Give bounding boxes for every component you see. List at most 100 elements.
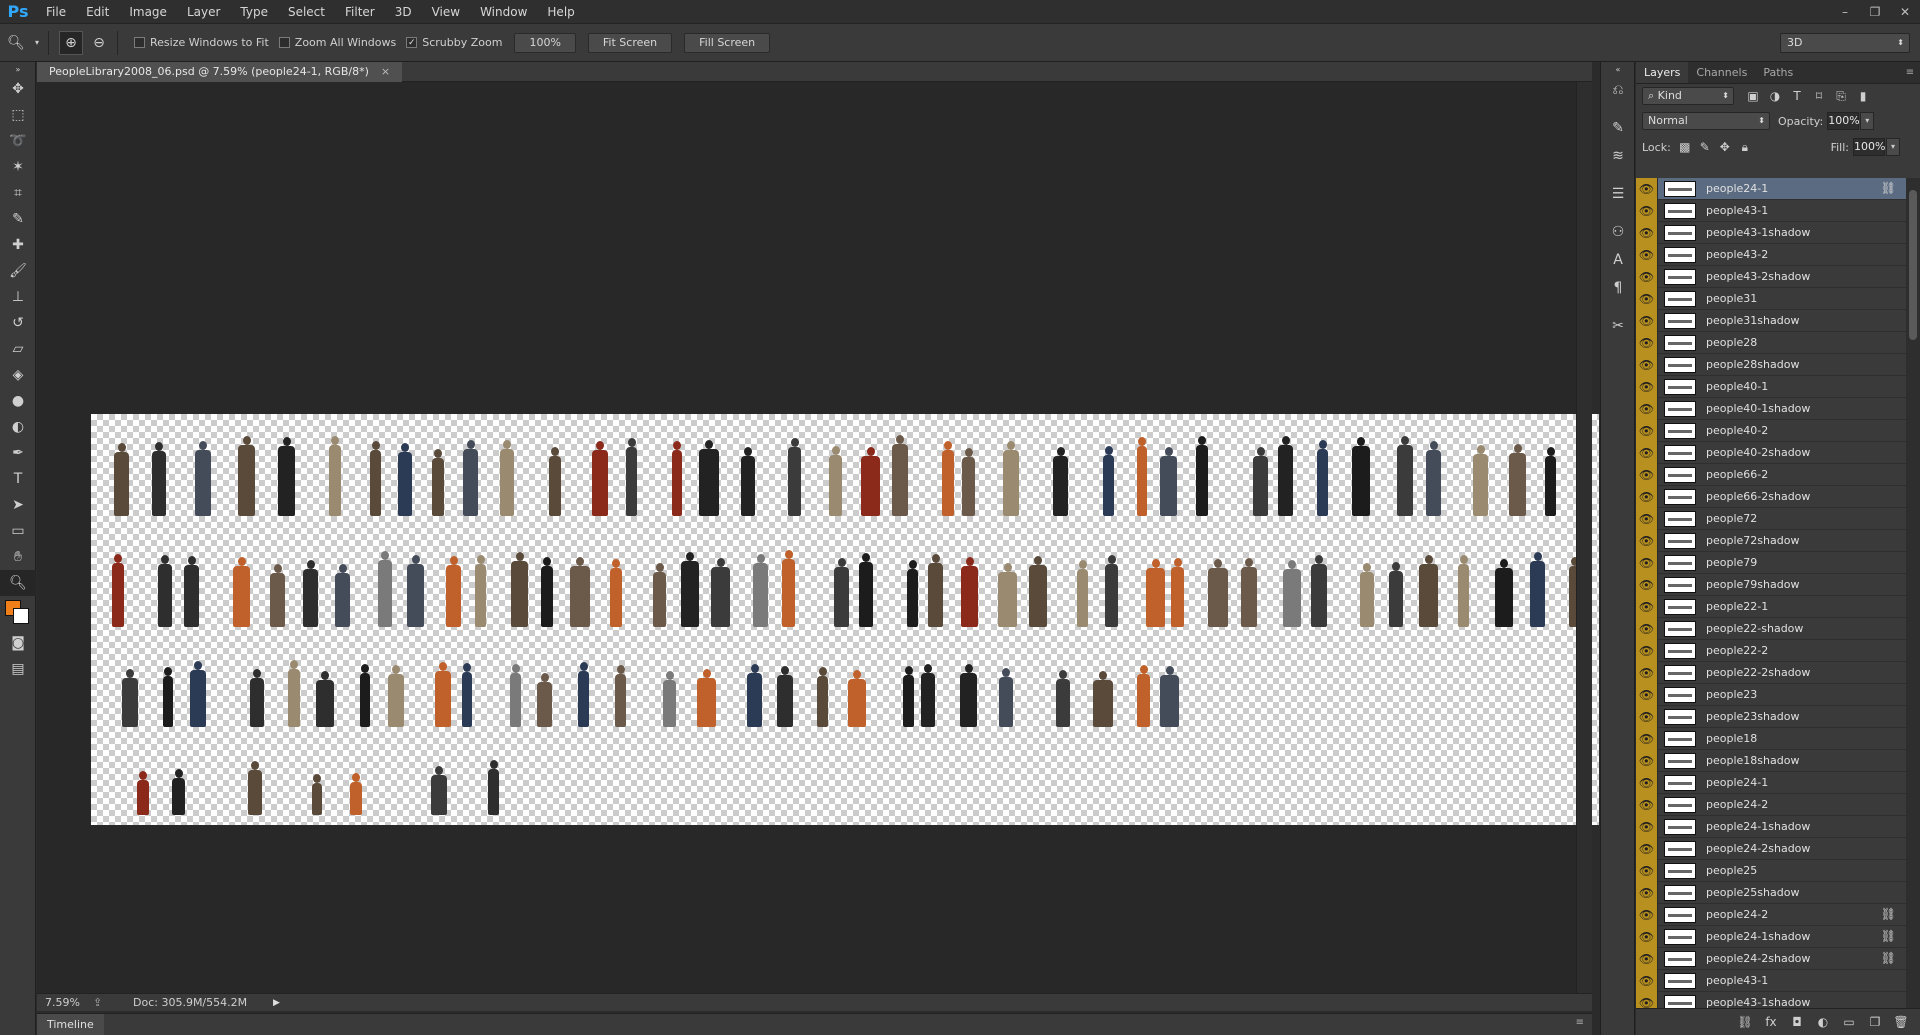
eye-icon[interactable]: 👁︎ <box>1636 683 1658 706</box>
type-tool-icon[interactable]: T <box>0 466 36 492</box>
eye-icon[interactable]: 👁︎ <box>1636 287 1658 310</box>
layer-row[interactable]: 👁︎ people43-1 <box>1636 969 1906 992</box>
new-group-icon[interactable]: ▭ <box>1836 1015 1862 1029</box>
menu-select[interactable]: Select <box>278 0 335 24</box>
layer-row[interactable]: 👁︎ people43-2 <box>1636 243 1906 266</box>
blend-mode-select[interactable]: Normal ⬍ <box>1642 112 1770 130</box>
healing-brush-tool-icon[interactable]: ✚ <box>0 232 36 258</box>
collapse-icon[interactable]: » <box>0 62 36 76</box>
dodge-tool-icon[interactable]: ◐ <box>0 414 36 440</box>
layer-row[interactable]: 👁︎ people43-1shadow <box>1636 221 1906 244</box>
layer-row[interactable]: 👁︎ people79 <box>1636 551 1906 574</box>
fill-input[interactable]: 100% <box>1853 138 1885 156</box>
layer-row[interactable]: 👁︎ people18shadow <box>1636 749 1906 772</box>
layer-row[interactable]: 👁︎ people24-2 ⛓ <box>1636 903 1906 926</box>
eye-icon[interactable]: 👁︎ <box>1636 837 1658 860</box>
eye-icon[interactable]: 👁︎ <box>1636 441 1658 464</box>
minimize-button[interactable]: – <box>1830 0 1860 24</box>
lock-position-icon[interactable]: ✥ <box>1715 140 1735 154</box>
background-color-swatch[interactable] <box>13 608 29 624</box>
layer-row[interactable]: 👁︎ people23 <box>1636 683 1906 706</box>
layer-row[interactable]: 👁︎ people40-1 <box>1636 375 1906 398</box>
tab-channels[interactable]: Channels <box>1688 62 1755 83</box>
layer-row[interactable]: 👁︎ people40-2shadow <box>1636 441 1906 464</box>
zoom-icon[interactable]: 🔍︎ <box>4 31 28 55</box>
eyedropper-tool-icon[interactable]: ✎ <box>0 206 36 232</box>
layer-row[interactable]: 👁︎ people28 <box>1636 331 1906 354</box>
eye-icon[interactable]: 👁︎ <box>1636 463 1658 486</box>
rectangle-tool-icon[interactable]: ▭ <box>0 518 36 544</box>
layer-row[interactable]: 👁︎ people66-2 <box>1636 463 1906 486</box>
history-brush-tool-icon[interactable]: ↺ <box>0 310 36 336</box>
zoom-out-icon[interactable]: ⊖ <box>87 31 111 55</box>
panel-menu-icon[interactable]: ≡ <box>1576 1017 1584 1028</box>
eye-icon[interactable]: 👁︎ <box>1636 749 1658 772</box>
opacity-input[interactable]: 100% <box>1827 112 1860 130</box>
lock-all-icon[interactable]: 🔒︎ <box>1735 140 1755 155</box>
layer-row[interactable]: 👁︎ people24-2shadow ⛓ <box>1636 947 1906 970</box>
zoom-100-button[interactable]: 100% <box>514 32 576 53</box>
layer-row[interactable]: 👁︎ people43-2shadow <box>1636 265 1906 288</box>
color-swatches[interactable] <box>0 596 36 630</box>
layer-row[interactable]: 👁︎ people79shadow <box>1636 573 1906 596</box>
layer-row[interactable]: 👁︎ people22-shadow <box>1636 617 1906 640</box>
zoom-all-windows-checkbox[interactable]: Zoom All Windows <box>278 36 396 49</box>
blur-tool-icon[interactable]: ● <box>0 388 36 414</box>
eye-icon[interactable]: 👁︎ <box>1636 771 1658 794</box>
eye-icon[interactable]: 👁︎ <box>1636 375 1658 398</box>
status-menu-arrow-icon[interactable]: ▶ <box>273 998 280 1008</box>
filter-type-icon[interactable]: T <box>1786 89 1808 103</box>
history-panel-icon[interactable]: ⎌ <box>1601 76 1635 104</box>
lock-transparency-icon[interactable]: ▩ <box>1675 140 1695 154</box>
quick-mask-icon[interactable]: ◙ <box>0 630 36 656</box>
eye-icon[interactable]: 👁︎ <box>1636 243 1658 266</box>
eye-icon[interactable]: 👁︎ <box>1636 595 1658 618</box>
adjustments-icon[interactable]: ≋ <box>1601 142 1635 170</box>
eye-icon[interactable]: 👁︎ <box>1636 199 1658 222</box>
menu-view[interactable]: View <box>422 0 470 24</box>
document-canvas[interactable] <box>91 414 1599 825</box>
eye-icon[interactable]: 👁︎ <box>1636 617 1658 640</box>
fit-screen-button[interactable]: Fit Screen <box>587 32 673 53</box>
layer-row[interactable]: 👁︎ people24-1 <box>1636 771 1906 794</box>
lasso-tool-icon[interactable]: ➰ <box>0 128 36 154</box>
layer-row[interactable]: 👁︎ people22-2 <box>1636 639 1906 662</box>
clone-source-icon[interactable]: ⚇ <box>1601 218 1635 246</box>
filter-kind-select[interactable]: ⌕ Kind ⬍ <box>1642 87 1734 105</box>
eye-icon[interactable]: 👁︎ <box>1636 881 1658 904</box>
layer-style-icon[interactable]: fx <box>1758 1015 1784 1029</box>
layer-row[interactable]: 👁︎ people22-1 <box>1636 595 1906 618</box>
scrubby-zoom-checkbox[interactable]: ✓ Scrubby Zoom <box>406 36 502 49</box>
layer-row[interactable]: 👁︎ people22-2shadow <box>1636 661 1906 684</box>
scrollbar-thumb[interactable] <box>1909 190 1917 340</box>
layer-row[interactable]: 👁︎ people31 <box>1636 287 1906 310</box>
layer-row[interactable]: 👁︎ people66-2shadow <box>1636 485 1906 508</box>
eye-icon[interactable]: 👁︎ <box>1636 178 1658 200</box>
eye-icon[interactable]: 👁︎ <box>1636 551 1658 574</box>
layer-row[interactable]: 👁︎ people24-1shadow ⛓ <box>1636 925 1906 948</box>
menu-type[interactable]: Type <box>230 0 278 24</box>
layers-scrollbar[interactable] <box>1906 178 1920 1008</box>
zoom-level[interactable]: 7.59% <box>37 996 93 1009</box>
close-button[interactable]: ✕ <box>1890 0 1920 24</box>
layer-row[interactable]: 👁︎ people24-1shadow <box>1636 815 1906 838</box>
tool-preset-chevron-icon[interactable]: ▾ <box>32 31 42 55</box>
menu-file[interactable]: File <box>36 0 76 24</box>
chevron-down-icon[interactable]: ▾ <box>1886 138 1900 156</box>
marquee-tool-icon[interactable]: ⬚ <box>0 102 36 128</box>
layer-row[interactable]: 👁︎ people18 <box>1636 727 1906 750</box>
layer-row[interactable]: 👁︎ people43-1 <box>1636 199 1906 222</box>
layer-row[interactable]: 👁︎ people28shadow <box>1636 353 1906 376</box>
menu-edit[interactable]: Edit <box>76 0 119 24</box>
zoom-tool-icon[interactable]: 🔍︎ <box>0 570 36 596</box>
eye-icon[interactable]: 👁︎ <box>1636 859 1658 882</box>
timeline-tab[interactable]: Timeline <box>37 1014 104 1035</box>
layer-row[interactable]: 👁︎ people25shadow <box>1636 881 1906 904</box>
paint-bucket-tool-icon[interactable]: ◈ <box>0 362 36 388</box>
eye-icon[interactable]: 👁︎ <box>1636 397 1658 420</box>
close-icon[interactable]: × <box>381 62 390 82</box>
fill-screen-button[interactable]: Fill Screen <box>684 32 771 53</box>
add-mask-icon[interactable]: ◘ <box>1784 1015 1810 1029</box>
eye-icon[interactable]: 👁︎ <box>1636 991 1658 1008</box>
tools-icon[interactable]: ✂ <box>1601 312 1635 340</box>
